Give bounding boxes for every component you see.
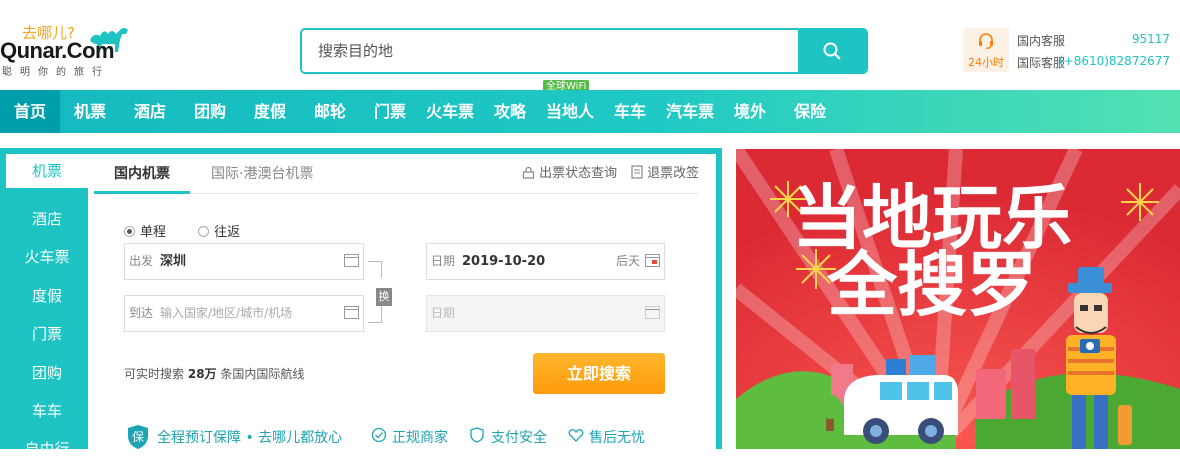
sidebar-item-vacation[interactable]: 度假: [6, 285, 88, 306]
arrive-city-field[interactable]: 到达 输入国家/地区/城市/机场: [124, 295, 364, 332]
depart-city-field[interactable]: 出发 深圳: [124, 243, 364, 280]
route-count-value: 28万: [187, 367, 217, 381]
logo-english-text: Qunar.Com: [0, 38, 115, 63]
depart-label: 出发: [129, 254, 154, 268]
tab-intl-flights[interactable]: 国际·港澳台机票: [211, 154, 313, 194]
search-icon: [823, 42, 841, 60]
qunar-logo[interactable]: 去哪儿? Qunar.Com 聪明你的旅行: [0, 22, 135, 78]
headset-icon: [979, 33, 993, 49]
svg-text:保: 保: [132, 430, 144, 444]
customer-service: 24小时 国内客服 95117 国际客服 (+8610)82872677: [963, 28, 1175, 74]
shield-guarantee-icon: 保: [128, 425, 148, 449]
return-date-label: 日期: [431, 306, 456, 320]
document-icon: [631, 165, 643, 179]
guarantee-payment-security: 支付安全: [491, 430, 547, 446]
service-hours: 24小时: [968, 56, 1004, 69]
calendar-icon: [645, 306, 660, 319]
return-date-field: 日期: [426, 295, 665, 332]
refund-change-link[interactable]: 退票改签: [631, 154, 699, 194]
date-hint: 后天: [615, 254, 640, 268]
nav-item-cruise[interactable]: 邮轮: [300, 90, 360, 133]
sidebar-item-cars[interactable]: 车车: [6, 400, 88, 421]
heart-icon: [568, 429, 584, 442]
nav-item-overseas[interactable]: 境外: [720, 90, 780, 133]
banner-title-line2: 全搜罗: [826, 244, 1037, 326]
nav-item-trains[interactable]: 火车票: [420, 90, 480, 133]
arrive-label: 到达: [129, 306, 154, 320]
guarantee-main: 全程预订保障 • 去哪儿都放心: [157, 430, 343, 446]
nav-item-hotels[interactable]: 酒店: [120, 90, 180, 133]
trip-type-selector: 单程 往返: [124, 221, 240, 240]
refund-change-label: 退票改签: [647, 166, 700, 181]
sidebar-item-flights[interactable]: 机票: [6, 154, 88, 188]
intl-service-number[interactable]: (+8610)82872677: [1059, 54, 1170, 68]
calendar-icon[interactable]: [645, 254, 660, 267]
nav-item-bus-tickets[interactable]: 汽车票: [660, 90, 720, 133]
nav-item-home[interactable]: 首页: [0, 90, 60, 133]
sidebar-item-tickets[interactable]: 门票: [6, 323, 88, 344]
nav-item-group-buy[interactable]: 团购: [180, 90, 240, 133]
route-count-suffix: 条国内国际航线: [220, 367, 305, 381]
city-picker-icon[interactable]: [344, 254, 359, 267]
radio-round-trip[interactable]: 往返: [198, 225, 240, 240]
lock-icon: [522, 166, 535, 179]
tab-domestic-flights[interactable]: 国内机票: [94, 154, 190, 194]
arrive-placeholder: 输入国家/地区/城市/机场: [160, 306, 293, 320]
booking-sidebar: 机票 酒店 火车票 度假 门票 团购 车车 自由行: [6, 154, 88, 458]
radio-one-way[interactable]: 单程: [124, 225, 166, 240]
destination-search: [300, 28, 868, 74]
nav-item-locals[interactable]: 当地人: [540, 90, 600, 133]
domestic-service-number[interactable]: 95117: [1132, 32, 1170, 46]
guarantee-legit-merchant: 正规商家: [392, 430, 448, 446]
date-label: 日期: [431, 254, 456, 268]
flight-tabs: 国内机票 国际·港澳台机票 出票状态查询 退票改签: [94, 154, 699, 194]
radio-one-way-label: 单程: [140, 225, 167, 240]
route-count-text: 可实时搜索 28万 条国内国际航线: [124, 365, 304, 382]
nav-item-guides[interactable]: 攻略: [480, 90, 540, 133]
banner-illustration: 当地玩乐 全搜罗: [736, 149, 1180, 449]
city-picker-icon[interactable]: [344, 306, 359, 319]
depart-value: 深圳: [160, 254, 187, 269]
swap-connector-bottom: [368, 306, 382, 323]
main-nav: 首页 机票 酒店 团购 度假 邮轮 门票 火车票 攻略 当地人 车车 汽车票 境…: [0, 90, 1180, 133]
top-header: 去哪儿? Qunar.Com 聪明你的旅行 全球WiFi 24小时 国内客服: [0, 0, 1180, 93]
swap-cities-button[interactable]: 换: [376, 288, 392, 306]
service-icon-box: 24小时: [963, 28, 1009, 72]
nav-item-vacation[interactable]: 度假: [240, 90, 300, 133]
sidebar-item-group-buy[interactable]: 团购: [6, 362, 88, 383]
promo-banner[interactable]: 当地玩乐 全搜罗: [736, 149, 1180, 449]
radio-round-trip-dot: [198, 226, 210, 237]
shield-icon: [470, 427, 484, 443]
radio-one-way-dot: [124, 226, 135, 237]
intl-service-label: 国际客服: [1017, 56, 1066, 70]
swap-connector-top: [368, 261, 382, 278]
guarantee-after-sales: 售后无忧: [589, 430, 645, 446]
logo-slogan: 聪明你的旅行: [2, 67, 110, 78]
nav-item-tickets[interactable]: 门票: [360, 90, 420, 133]
date-value: 2019-10-20: [462, 254, 546, 269]
certified-icon: [371, 427, 387, 443]
nav-item-cars[interactable]: 车车: [600, 90, 660, 133]
nav-item-flights[interactable]: 机票: [60, 90, 120, 133]
nav-item-insurance[interactable]: 保险: [780, 90, 840, 133]
sidebar-item-hotels[interactable]: 酒店: [6, 208, 88, 229]
route-count-prefix: 可实时搜索: [124, 367, 185, 381]
radio-round-trip-label: 往返: [214, 225, 241, 240]
search-button[interactable]: [798, 30, 866, 72]
domestic-service-label: 国内客服: [1017, 34, 1066, 48]
ticket-status-label: 出票状态查询: [539, 166, 618, 181]
flight-booking-panel: 机票 酒店 火车票 度假 门票 团购 车车 自由行 国内机票 国际·港澳台机票 …: [0, 148, 722, 458]
depart-date-field[interactable]: 日期 2019-10-20 后天: [426, 243, 665, 280]
destination-search-input[interactable]: [302, 30, 800, 72]
search-flights-button[interactable]: 立即搜索: [533, 353, 665, 394]
sidebar-item-trains[interactable]: 火车票: [6, 246, 88, 267]
ticket-status-link[interactable]: 出票状态查询: [522, 154, 617, 194]
